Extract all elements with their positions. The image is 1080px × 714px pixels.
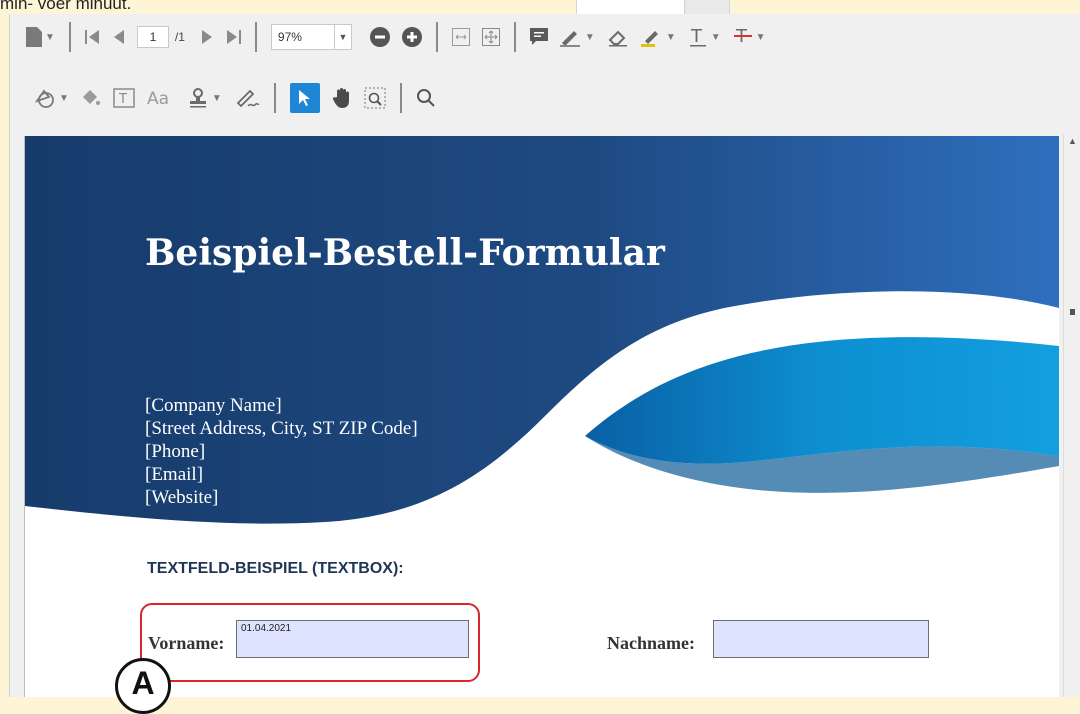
top-tab[interactable] — [576, 0, 730, 15]
company-address: [Street Address, City, ST ZIP Code] — [145, 418, 418, 439]
zoom-in-icon — [401, 27, 422, 47]
comment-icon — [529, 28, 548, 45]
page-total: /1 — [174, 30, 185, 44]
nachname-label: Nachname: — [607, 633, 695, 653]
last-page-icon — [226, 30, 241, 44]
stamp-button[interactable]: ▼ — [187, 83, 222, 113]
chevron-down-icon: ▼ — [710, 31, 721, 43]
annotation-marker-label: A — [131, 665, 155, 701]
toolbar-row-1: ▼ 1 /1 97% ▼ ▼ ▼ T ▼ ▼ — [26, 14, 778, 60]
font-button[interactable]: Aa — [147, 83, 175, 113]
toolbar-separator — [273, 83, 276, 113]
zoom-value: 97% — [277, 30, 302, 44]
fit-width-icon — [451, 28, 470, 46]
toolbar-row-2: ▼ T Aa ▼ — [34, 75, 448, 121]
first-page-button[interactable] — [84, 22, 101, 52]
company-block: [Company Name] [Street Address, City, ST… — [145, 394, 418, 509]
chevron-down-icon: ▼ — [211, 92, 222, 104]
toolbar-separator — [435, 22, 438, 52]
next-page-button[interactable] — [201, 22, 213, 52]
marquee-zoom-icon — [364, 87, 386, 109]
next-page-icon — [201, 30, 212, 44]
strikethrough-icon: T — [733, 26, 752, 47]
previous-page-button[interactable] — [113, 22, 125, 52]
svg-text:T: T — [690, 26, 703, 47]
fill-color-button[interactable] — [81, 83, 101, 113]
company-email: [Email] — [145, 464, 204, 485]
top-caption: min- voer minuut. — [0, 0, 132, 13]
page-icon — [26, 27, 42, 47]
new-document-button[interactable]: ▼ — [26, 22, 55, 52]
svg-text:Aa: Aa — [147, 89, 169, 108]
eraser-button[interactable] — [607, 22, 629, 52]
text-underline-icon: T — [689, 26, 706, 47]
nachname-input[interactable] — [713, 620, 929, 658]
hand-icon — [332, 88, 349, 108]
svg-text:T: T — [118, 92, 127, 107]
document-title: Beispiel-Bestell-Formular — [145, 232, 665, 274]
pencil-icon — [559, 31, 580, 47]
chevron-down-icon: ▼ — [333, 25, 351, 49]
company-phone: [Phone] — [145, 441, 206, 462]
pencil-button[interactable]: ▼ — [559, 22, 595, 52]
highlighter-button[interactable]: ▼ — [640, 22, 676, 52]
signature-button[interactable] — [234, 83, 260, 113]
annotation-highlight-box — [140, 603, 480, 682]
eraser-icon — [608, 30, 627, 47]
strikethrough-button[interactable]: T ▼ — [733, 22, 766, 52]
scroll-up-icon[interactable]: ▲ — [1068, 136, 1077, 146]
highlighter-icon — [640, 31, 658, 47]
toolbar-separator — [68, 22, 71, 52]
shape-tool-button[interactable]: ▼ — [34, 83, 69, 113]
paint-bucket-icon — [82, 90, 100, 105]
first-page-icon — [84, 30, 99, 44]
shapes-icon — [34, 89, 54, 108]
chevron-down-icon: ▼ — [755, 31, 766, 43]
text-underline-button[interactable]: T ▼ — [688, 22, 721, 52]
text-box-icon: T — [113, 88, 135, 108]
signature-icon — [236, 89, 260, 108]
fit-page-icon — [481, 28, 500, 46]
cursor-arrow-icon — [298, 90, 310, 106]
vertical-scrollbar[interactable]: ▲ — [1063, 134, 1080, 697]
page-number-input[interactable]: 1 — [136, 26, 169, 48]
chevron-down-icon: ▼ — [45, 31, 55, 43]
company-name: [Company Name] — [145, 395, 282, 416]
zoom-out-icon — [369, 27, 390, 47]
chevron-down-icon: ▼ — [584, 31, 595, 43]
zoom-area-button[interactable] — [364, 83, 386, 113]
chevron-down-icon: ▼ — [665, 31, 676, 43]
last-page-button[interactable] — [225, 22, 241, 52]
section-label: TEXTFELD-BEISPIEL (TEXTBOX): — [147, 560, 404, 577]
top-tab-segment[interactable] — [684, 0, 729, 14]
hand-tool-button[interactable] — [332, 83, 352, 113]
search-button[interactable] — [416, 83, 436, 113]
text-box-button[interactable]: T — [113, 83, 135, 113]
font-icon: Aa — [147, 89, 169, 108]
chevron-down-icon: ▼ — [59, 92, 69, 104]
stamp-icon — [189, 88, 206, 108]
zoom-out-button[interactable] — [369, 22, 390, 52]
toolbar-separator — [513, 22, 516, 52]
select-tool-button[interactable] — [289, 83, 320, 113]
zoom-in-button[interactable] — [401, 22, 422, 52]
toolbar-separator — [254, 22, 257, 52]
company-website: [Website] — [145, 487, 219, 508]
annotation-marker: A — [115, 658, 171, 714]
scroll-thumb[interactable] — [1070, 309, 1075, 315]
search-icon — [416, 89, 435, 107]
previous-page-icon — [113, 30, 124, 44]
fit-width-button[interactable] — [451, 22, 470, 52]
fit-page-button[interactable] — [481, 22, 500, 52]
comment-button[interactable] — [529, 22, 548, 52]
toolbar-separator — [399, 83, 402, 113]
zoom-select[interactable]: 97% ▼ — [270, 24, 352, 50]
